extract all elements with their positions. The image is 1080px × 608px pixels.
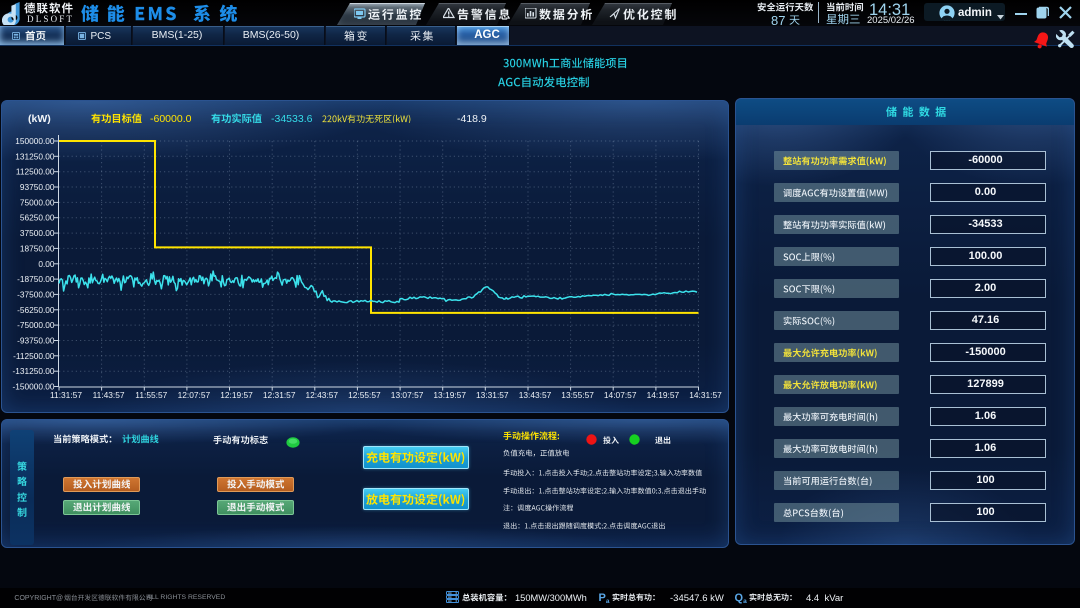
svg-text:-75000.00: -75000.00 <box>17 320 55 330</box>
svg-text:-18750.00: -18750.00 <box>17 274 55 284</box>
svg-text:11:31:57: 11:31:57 <box>50 390 82 400</box>
svg-text:0.00: 0.00 <box>38 259 55 269</box>
svg-text:11:43:57: 11:43:57 <box>93 390 125 400</box>
svg-text:12:07:57: 12:07:57 <box>178 390 211 400</box>
svg-text:13:43:57: 13:43:57 <box>519 390 552 400</box>
svg-text:-93750.00: -93750.00 <box>17 336 55 346</box>
svg-text:56250.00: 56250.00 <box>20 213 55 223</box>
svg-text:11:55:57: 11:55:57 <box>135 390 167 400</box>
svg-text:14:19:57: 14:19:57 <box>647 390 680 400</box>
svg-text:18750.00: 18750.00 <box>20 243 55 253</box>
svg-text:-112500.00: -112500.00 <box>13 351 55 361</box>
svg-text:131250.00: 131250.00 <box>15 151 55 161</box>
svg-text:12:55:57: 12:55:57 <box>348 390 381 400</box>
svg-text:75000.00: 75000.00 <box>20 197 55 207</box>
svg-text:-131250.00: -131250.00 <box>13 366 55 376</box>
svg-text:14:07:57: 14:07:57 <box>604 390 637 400</box>
svg-text:13:07:57: 13:07:57 <box>391 390 424 400</box>
svg-text:13:31:57: 13:31:57 <box>476 390 509 400</box>
svg-text:93750.00: 93750.00 <box>20 182 55 192</box>
svg-text:-37500.00: -37500.00 <box>17 289 55 299</box>
svg-text:112500.00: 112500.00 <box>16 167 55 177</box>
svg-text:37500.00: 37500.00 <box>20 228 55 238</box>
svg-text:13:19:57: 13:19:57 <box>433 390 466 400</box>
svg-text:-150000.00: -150000.00 <box>13 382 55 392</box>
svg-text:12:43:57: 12:43:57 <box>305 390 338 400</box>
svg-text:-56250.00: -56250.00 <box>17 305 55 315</box>
svg-text:12:31:57: 12:31:57 <box>263 390 296 400</box>
svg-text:12:19:57: 12:19:57 <box>220 390 253 400</box>
svg-text:14:31:57: 14:31:57 <box>689 390 722 400</box>
svg-text:13:55:57: 13:55:57 <box>561 390 594 400</box>
svg-text:150000.00: 150000.00 <box>15 136 55 146</box>
